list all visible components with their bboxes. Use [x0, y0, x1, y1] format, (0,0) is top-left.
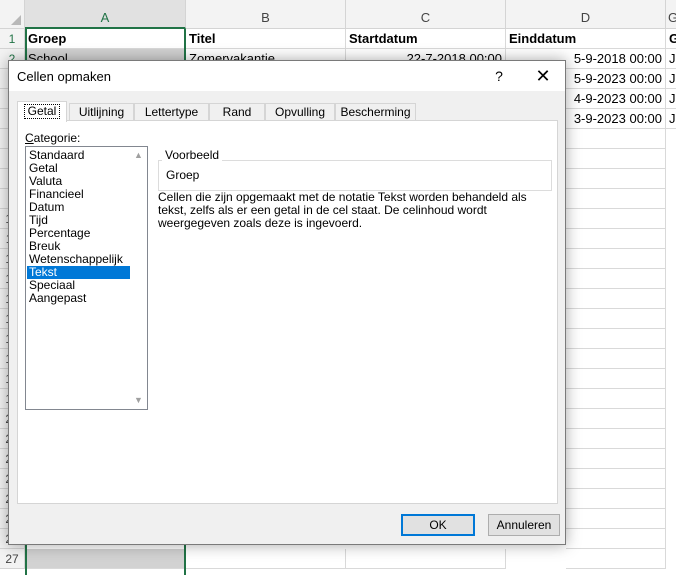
- tab-getal-label: Getal: [23, 104, 61, 119]
- row-header-1[interactable]: 1: [0, 29, 25, 49]
- scroll-up-icon[interactable]: ▲: [130, 147, 147, 164]
- cell-d17[interactable]: [566, 349, 666, 369]
- category-label-text: ategorie:: [33, 131, 81, 145]
- cell-d22[interactable]: [566, 449, 666, 469]
- cell-c1[interactable]: Startdatum: [346, 29, 506, 49]
- cell-g3[interactable]: Ja: [666, 69, 676, 89]
- cell-d24[interactable]: [566, 489, 666, 509]
- column-header-c[interactable]: C: [346, 0, 506, 29]
- help-button[interactable]: ?: [487, 65, 511, 87]
- cell-b27[interactable]: [186, 549, 346, 569]
- cell-d14[interactable]: [566, 289, 666, 309]
- cell-d8[interactable]: [566, 169, 666, 189]
- select-all-icon: [11, 15, 21, 25]
- column-header-g[interactable]: G: [666, 0, 676, 29]
- dialog-title: Cellen opmaken: [17, 69, 111, 84]
- cell-d11[interactable]: [566, 229, 666, 249]
- ok-button[interactable]: OK: [401, 514, 475, 536]
- tab-lettertype[interactable]: Lettertype: [134, 103, 209, 121]
- tab-panel-getal: Categorie: Standaard Getal Valuta Financ…: [17, 120, 558, 504]
- cell-d6[interactable]: [566, 129, 666, 149]
- cell-d1[interactable]: Einddatum: [506, 29, 666, 49]
- row-header-27[interactable]: 27: [0, 549, 25, 569]
- preview-value: Groep: [166, 168, 200, 182]
- cell-d20[interactable]: [566, 409, 666, 429]
- tab-bescherming[interactable]: Bescherming: [335, 103, 416, 121]
- cell-d9[interactable]: [566, 189, 666, 209]
- cell-d26[interactable]: [566, 529, 666, 549]
- dialog-titlebar[interactable]: Cellen opmaken ? ✕: [9, 61, 565, 91]
- format-cells-dialog: Cellen opmaken ? ✕ Getal Uitlijning Lett…: [8, 60, 566, 545]
- cell-d12[interactable]: [566, 249, 666, 269]
- cell-b1[interactable]: Titel: [186, 29, 346, 49]
- format-description: Cellen die zijn opgemaakt met de notatie…: [158, 190, 527, 230]
- cell-d7[interactable]: [566, 149, 666, 169]
- cell-d16[interactable]: [566, 329, 666, 349]
- preview-group: [158, 160, 552, 191]
- cell-d21[interactable]: [566, 429, 666, 449]
- tab-opvulling[interactable]: Opvulling: [265, 103, 335, 121]
- scroll-down-icon[interactable]: ▼: [130, 392, 147, 409]
- category-listbox[interactable]: Standaard Getal Valuta Financieel Datum …: [25, 146, 148, 410]
- select-all-corner[interactable]: [0, 0, 25, 29]
- cell-d13[interactable]: [566, 269, 666, 289]
- cell-d15[interactable]: [566, 309, 666, 329]
- tab-getal[interactable]: Getal: [17, 101, 67, 122]
- category-item-aangepast[interactable]: Aangepast: [27, 292, 132, 305]
- column-header-a[interactable]: A: [25, 0, 186, 29]
- cell-g1[interactable]: G: [666, 29, 676, 49]
- cell-d18[interactable]: [566, 369, 666, 389]
- cell-d23[interactable]: [566, 469, 666, 489]
- cell-d19[interactable]: [566, 389, 666, 409]
- column-header-b[interactable]: B: [186, 0, 346, 29]
- category-scrollbar[interactable]: ▲ ▼: [130, 147, 147, 409]
- cell-d10[interactable]: [566, 209, 666, 229]
- tab-uitlijning[interactable]: Uitlijning: [69, 103, 134, 121]
- tab-rand[interactable]: Rand: [209, 103, 265, 121]
- cell-a1[interactable]: Groep: [25, 29, 186, 49]
- cell-a27[interactable]: [25, 549, 186, 569]
- preview-label: Voorbeeld: [162, 148, 223, 162]
- close-icon[interactable]: ✕: [531, 65, 555, 87]
- category-label: Categorie:: [25, 131, 80, 145]
- category-label-accesskey: C: [25, 131, 34, 145]
- cell-g5[interactable]: Ja: [666, 109, 676, 129]
- cancel-button[interactable]: Annuleren: [488, 514, 560, 536]
- cell-g4[interactable]: Ja: [666, 89, 676, 109]
- cell-g2[interactable]: Ja: [666, 49, 676, 69]
- cell-c27[interactable]: [346, 549, 506, 569]
- cell-d27[interactable]: [566, 549, 666, 569]
- column-header-d[interactable]: D: [506, 0, 666, 29]
- cell-d25[interactable]: [566, 509, 666, 529]
